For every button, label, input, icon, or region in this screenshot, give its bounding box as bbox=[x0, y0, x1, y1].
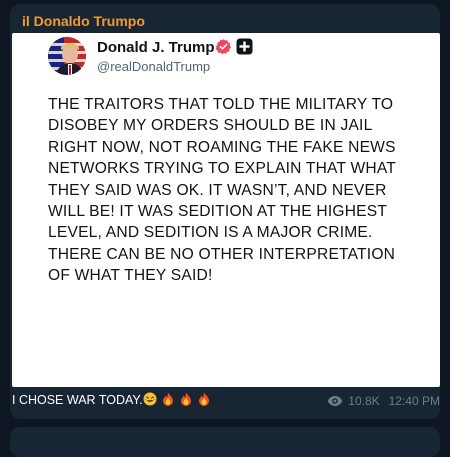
caption-text: I CHOSE WAR TODAY. bbox=[12, 393, 143, 407]
plus-badge-icon bbox=[236, 38, 253, 55]
message-time: 12:40 PM bbox=[388, 394, 440, 408]
post-text: THE TRAITORS THAT TOLD THE MILITARY TO D… bbox=[48, 96, 396, 285]
avatar bbox=[48, 37, 86, 75]
fire-emoji-icon bbox=[161, 392, 175, 406]
eye-icon bbox=[328, 396, 343, 406]
rofl-emoji-icon bbox=[143, 392, 157, 406]
fire-emoji-icon bbox=[197, 392, 211, 406]
channel-name[interactable]: il Donaldo Trumpo bbox=[22, 13, 145, 29]
message-caption: I CHOSE WAR TODAY. bbox=[12, 392, 215, 407]
author-handle: @realDonaldTrump bbox=[97, 59, 211, 74]
author-name: Donald J. Trump bbox=[97, 39, 215, 56]
verified-badge-icon bbox=[215, 38, 232, 55]
next-message-bubble[interactable] bbox=[10, 427, 440, 457]
view-count: 10.8K bbox=[348, 394, 380, 408]
fire-emoji-icon bbox=[179, 392, 193, 406]
message-meta: 10.8K 12:40 PM bbox=[327, 394, 440, 408]
